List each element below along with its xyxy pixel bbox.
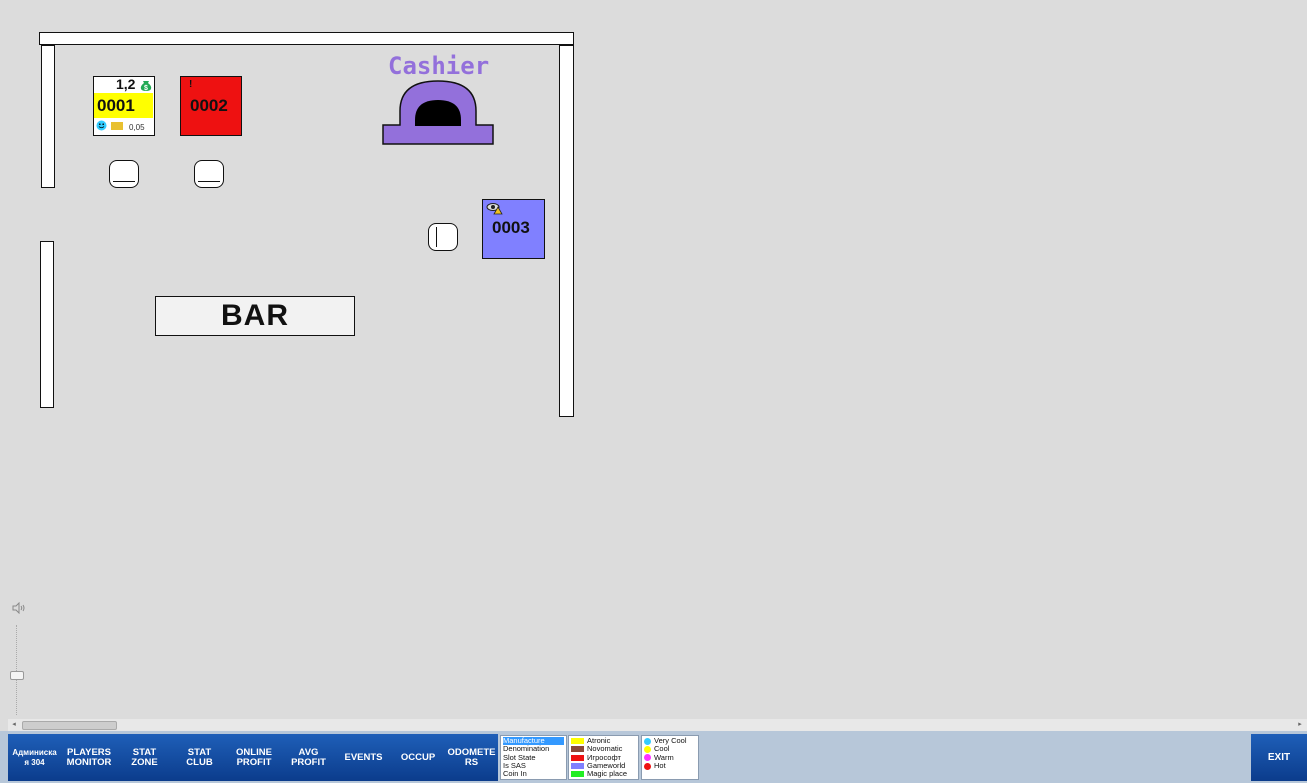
slot-0001-number: 0001	[97, 96, 135, 115]
legend-item: Warm	[644, 753, 696, 762]
stat-club-button[interactable]: STAT CLUB	[172, 734, 227, 781]
legend-item: Very Cool	[644, 736, 696, 745]
listbox-item-coin-in[interactable]: Coin In	[503, 769, 564, 778]
chair[interactable]	[428, 223, 458, 251]
chair[interactable]	[109, 160, 139, 188]
slot-machine-0003[interactable]: 0003	[482, 199, 545, 259]
legend-label: Hot	[654, 760, 666, 770]
exit-button[interactable]: EXIT	[1251, 734, 1307, 781]
volume-slider-track[interactable]	[16, 625, 19, 715]
slot-machine-0002[interactable]: ! 0002	[180, 76, 242, 136]
odometers-button[interactable]: ODOMETE RS	[445, 734, 498, 781]
speaker-icon[interactable]	[12, 602, 26, 614]
online-profit-button[interactable]: ONLINE PROFIT	[227, 734, 281, 781]
dot-icon	[644, 762, 651, 770]
left-wall-upper	[41, 45, 55, 188]
money-bag-icon: $	[140, 81, 152, 92]
scroll-right-arrow[interactable]: ▸	[1295, 719, 1305, 731]
bar-counter[interactable]: BAR	[155, 296, 355, 336]
smiley-icon	[644, 737, 651, 745]
smiley-icon	[644, 745, 651, 753]
slot-0001-denom: 0,05	[129, 123, 145, 132]
slot-0002-marker: !	[189, 79, 193, 90]
left-wall-lower	[40, 241, 54, 408]
legend-label: Magic place	[587, 769, 628, 779]
slot-0001-top-value: 1,2	[116, 76, 136, 92]
stat-zone-button[interactable]: STAT ZONE	[117, 734, 172, 781]
legend-item: Magic place	[571, 769, 636, 779]
svg-text:$: $	[144, 85, 148, 92]
floor-plan: Cashier 1,2 $ 0001 0,05 ! 0002 0003 BAR	[0, 0, 1307, 718]
right-wall	[559, 45, 574, 417]
scrollbar-thumb[interactable]	[22, 721, 117, 730]
events-button[interactable]: EVENTS	[336, 734, 391, 781]
cashier-desk[interactable]	[382, 78, 494, 146]
occup-button[interactable]: OCCUP	[391, 734, 445, 781]
chair[interactable]	[194, 160, 224, 188]
slot-0002-number: 0002	[190, 96, 228, 115]
eye-warning-icon	[486, 203, 503, 215]
slot-machine-0001[interactable]: 1,2 $ 0001 0,05	[93, 76, 155, 136]
temperature-legend: Very Cool Cool Warm Hot	[641, 735, 699, 780]
color-mode-listbox[interactable]: Manufacture Denomination Slot State Is S…	[500, 735, 567, 780]
legend-item: Hot	[644, 760, 696, 770]
players-monitor-button[interactable]: PLAYERS MONITOR	[61, 734, 117, 781]
avg-profit-button[interactable]: AVG PROFIT	[281, 734, 336, 781]
zone-button[interactable]: Админиска я 304	[8, 734, 61, 781]
bar-label: BAR	[221, 299, 289, 332]
manufacturer-legend: Atronic Novomatic Игрософт Gameworld Mag…	[568, 735, 639, 780]
coin-icon	[111, 122, 123, 130]
top-wall	[39, 32, 574, 45]
volume-slider-thumb[interactable]	[10, 671, 24, 680]
scroll-left-arrow[interactable]: ◂	[9, 719, 19, 731]
smiley-icon	[96, 120, 107, 131]
horizontal-scrollbar[interactable]: ◂ ▸	[8, 719, 1307, 731]
slot-0003-number: 0003	[492, 218, 530, 237]
cashier-label: Cashier	[388, 52, 490, 80]
dot-icon	[644, 754, 651, 762]
